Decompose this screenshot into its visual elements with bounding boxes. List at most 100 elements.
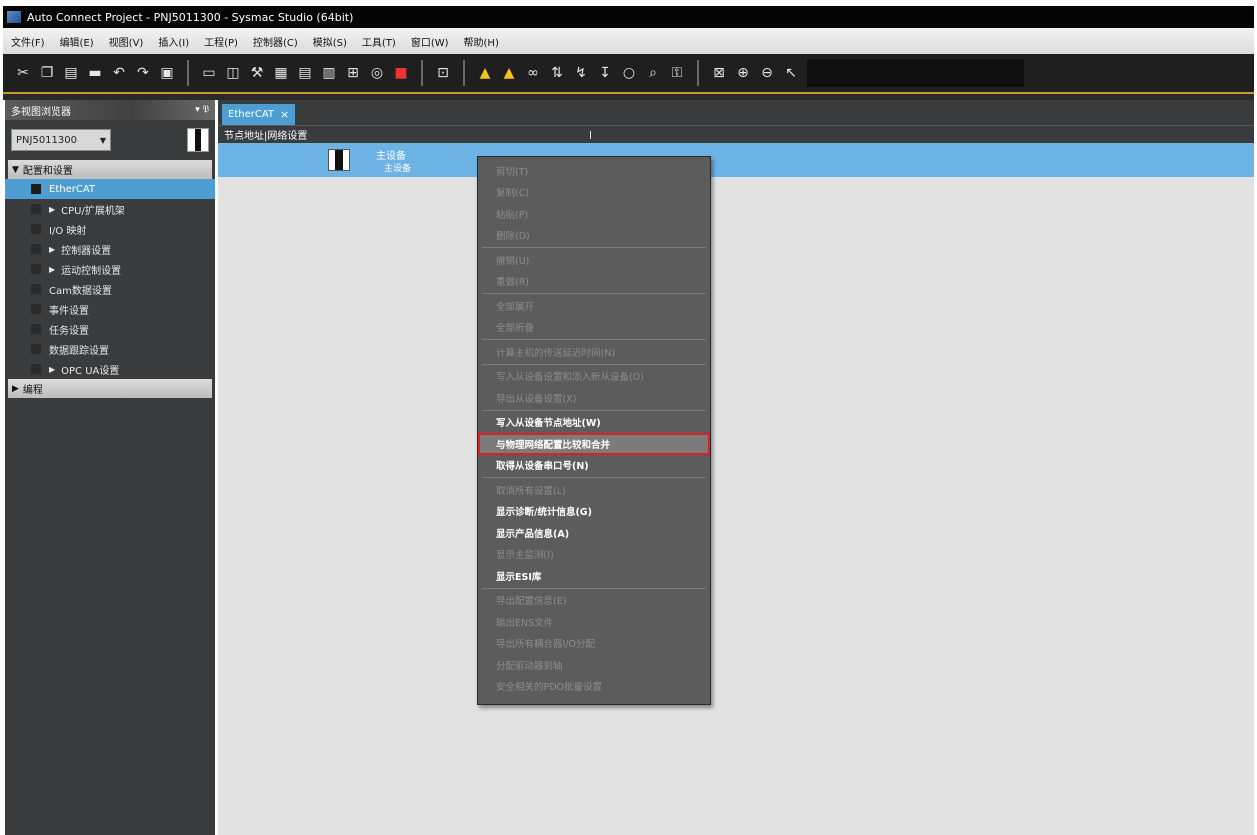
paste-icon[interactable]: ▤ [59,61,83,85]
binoculars-icon[interactable]: ◎ [365,61,389,85]
device-selector-row: PNJ5011300 ▼ [5,120,215,160]
tree-item[interactable]: Cam数据设置 [5,279,215,299]
warning-off-icon[interactable]: ▲ [497,61,521,85]
wrench-icon[interactable]: ⚒ [245,61,269,85]
config-group-label: 配置和设置 [22,166,73,177]
toolbar-accent-divider [3,92,1254,100]
tree-item[interactable]: 数据跟踪设置 [5,339,215,359]
program-group-header[interactable]: ▶ 编程 [8,379,212,398]
menu-item[interactable]: 控制器(C) [253,34,298,49]
context-menu: 剪切(T) 复制(C) 粘贴(P) 删除(D) 撤销(U) 重做(R) 全部展开 全部折叠 计算… [477,156,711,705]
expand-right-icon[interactable]: ▶ [49,365,55,374]
expand-right-icon[interactable]: ▶ [49,245,55,254]
redo-icon[interactable]: ↷ [131,61,155,85]
context-menu-item: 输出ENS文件 [496,617,554,629]
fit-icon[interactable]: ⊠ [707,61,731,85]
search-icon[interactable]: ⌕ [641,61,665,85]
device-dropdown-value: PNJ5011300 [16,134,77,146]
warning-icon[interactable]: ▲ [473,61,497,85]
context-menu-item[interactable]: 写入从设备节点地址(W) [478,412,710,434]
stop-icon[interactable]: ■ [389,61,413,85]
tree-item[interactable]: ▶ CPU/扩展机架 [5,199,215,219]
pin-icon[interactable]: ▾ 𝔓 [195,105,209,115]
tree-item[interactable]: ▶ OPC UA设置 [5,359,215,379]
toolbar-separator [697,60,699,86]
pointer-icon[interactable]: ↖ [779,61,803,85]
context-menu-item[interactable]: 显示产品信息(A) [478,522,710,544]
tree-item[interactable]: I/O 映射 [5,219,215,239]
menu-item[interactable]: 工具(T) [362,34,396,49]
tree-item-label: 数据跟踪设置 [49,345,109,357]
controller-icon[interactable] [187,128,209,152]
monitor-icon[interactable]: ⊡ [431,61,455,85]
multiview-explorer: 多视图浏览器 ▾ 𝔓 PNJ5011300 ▼ ▼ 配置和设置 EtherCAT… [5,100,215,835]
menu-item[interactable]: 窗口(W) [411,34,449,49]
context-menu-item[interactable]: 显示ESI库 [478,565,710,587]
close-icon[interactable]: × [280,108,289,121]
status-box [31,364,41,374]
network-icon[interactable]: ⊞ [341,61,365,85]
menu-bar: 文件(F) 编辑(E) 视图(V) 插入(I) 工程(P) 控制器(C) 模拟(S) 工具(T… [3,28,1254,54]
menu-separator [482,409,706,411]
key-icon[interactable]: ⚿ [665,61,689,85]
zoom-out-icon[interactable]: ⊖ [755,61,779,85]
toolbar: ✂ ❐ ▤ ▬ ↶ ↷ ▣ ▭ ◫ ⚒ ▦ ▤ ▥ ⊞ ◎ ■ ⊡ ▲ ▲ ∞ ⇅ ↯ ↧ ○ ⌕ ⚿ ⊠ ⊕ ⊖ ↖ [3,54,1254,92]
master-device-row[interactable]: 主设备 主设备 [218,143,1254,177]
compare-merge-menu-item[interactable]: 与物理网络配置比较和合并 [478,433,710,455]
expand-right-icon: ▶ [12,383,19,394]
menu-item[interactable]: 插入(I) [158,34,189,49]
menu-item[interactable]: 编辑(E) [60,34,94,49]
context-menu-item: 导出配置信息(E) [496,596,567,608]
editor-area: EtherCAT × 节点地址|网络设置 主设备 主设备 [218,100,1254,835]
transfer-icon[interactable]: ⇅ [545,61,569,85]
context-menu-item: 重做(R) [496,277,530,289]
status-box [31,344,41,354]
config-group-header[interactable]: ▼ 配置和设置 [8,160,212,179]
context-menu-item[interactable]: 取得从设备串口号(N) [478,455,710,477]
undo-icon[interactable]: ↶ [107,61,131,85]
build-icon[interactable]: ▥ [317,61,341,85]
save-icon[interactable]: ▣ [155,61,179,85]
tree-item[interactable]: 任务设置 [5,319,215,339]
table-icon[interactable]: ▤ [293,61,317,85]
tree-item[interactable]: 事件设置 [5,299,215,319]
expand-right-icon[interactable]: ▶ [49,205,55,214]
link-icon[interactable]: ∞ [521,61,545,85]
context-menu-item: 全部折叠 [496,323,535,335]
expand-right-icon[interactable]: ▶ [49,265,55,274]
layout-icon[interactable]: ◫ [221,61,245,85]
copy-icon[interactable]: ❐ [35,61,59,85]
tab-ethercat[interactable]: EtherCAT × [222,104,296,125]
cut-icon[interactable]: ✂ [11,61,35,85]
menu-item[interactable]: 工程(P) [204,34,238,49]
offline-icon[interactable]: ↧ [593,61,617,85]
tree-item-label: I/O 映射 [49,225,87,237]
menu-item[interactable]: 文件(F) [11,34,45,49]
menu-separator [482,477,706,478]
window-icon[interactable]: ▭ [197,61,221,85]
context-menu-item[interactable]: 显示诊断/统计信息(G) [478,501,710,523]
network-column-header: 节点地址|网络设置 [218,125,1254,143]
online-icon[interactable]: ↯ [569,61,593,85]
menu-separator [482,363,706,365]
tree-item[interactable]: EtherCAT [5,179,215,199]
menu-item[interactable]: 帮助(H) [464,34,499,49]
tree-item[interactable]: ▶ 运动控制设置 [5,259,215,279]
status-box [31,324,41,334]
tree-item-label: 运动控制设置 [61,265,122,277]
tree-item-label: 事件设置 [49,305,89,317]
delete-icon[interactable]: ▬ [83,61,107,85]
context-menu-item: 撤销(U) [496,255,530,267]
menu-separator [482,247,706,248]
zoom-in-icon[interactable]: ⊕ [731,61,755,85]
tree-item-label: OPC UA设置 [61,365,120,377]
column-divider[interactable] [590,131,591,139]
tree-item[interactable]: ▶ 控制器设置 [5,239,215,259]
status-box [31,244,41,254]
menu-item[interactable]: 视图(V) [109,34,144,49]
menu-item[interactable]: 模拟(S) [313,34,347,49]
circle-icon[interactable]: ○ [617,61,641,85]
grid-icon[interactable]: ▦ [269,61,293,85]
context-menu-item: 粘贴(P) [496,209,529,221]
device-dropdown[interactable]: PNJ5011300 ▼ [11,129,111,151]
